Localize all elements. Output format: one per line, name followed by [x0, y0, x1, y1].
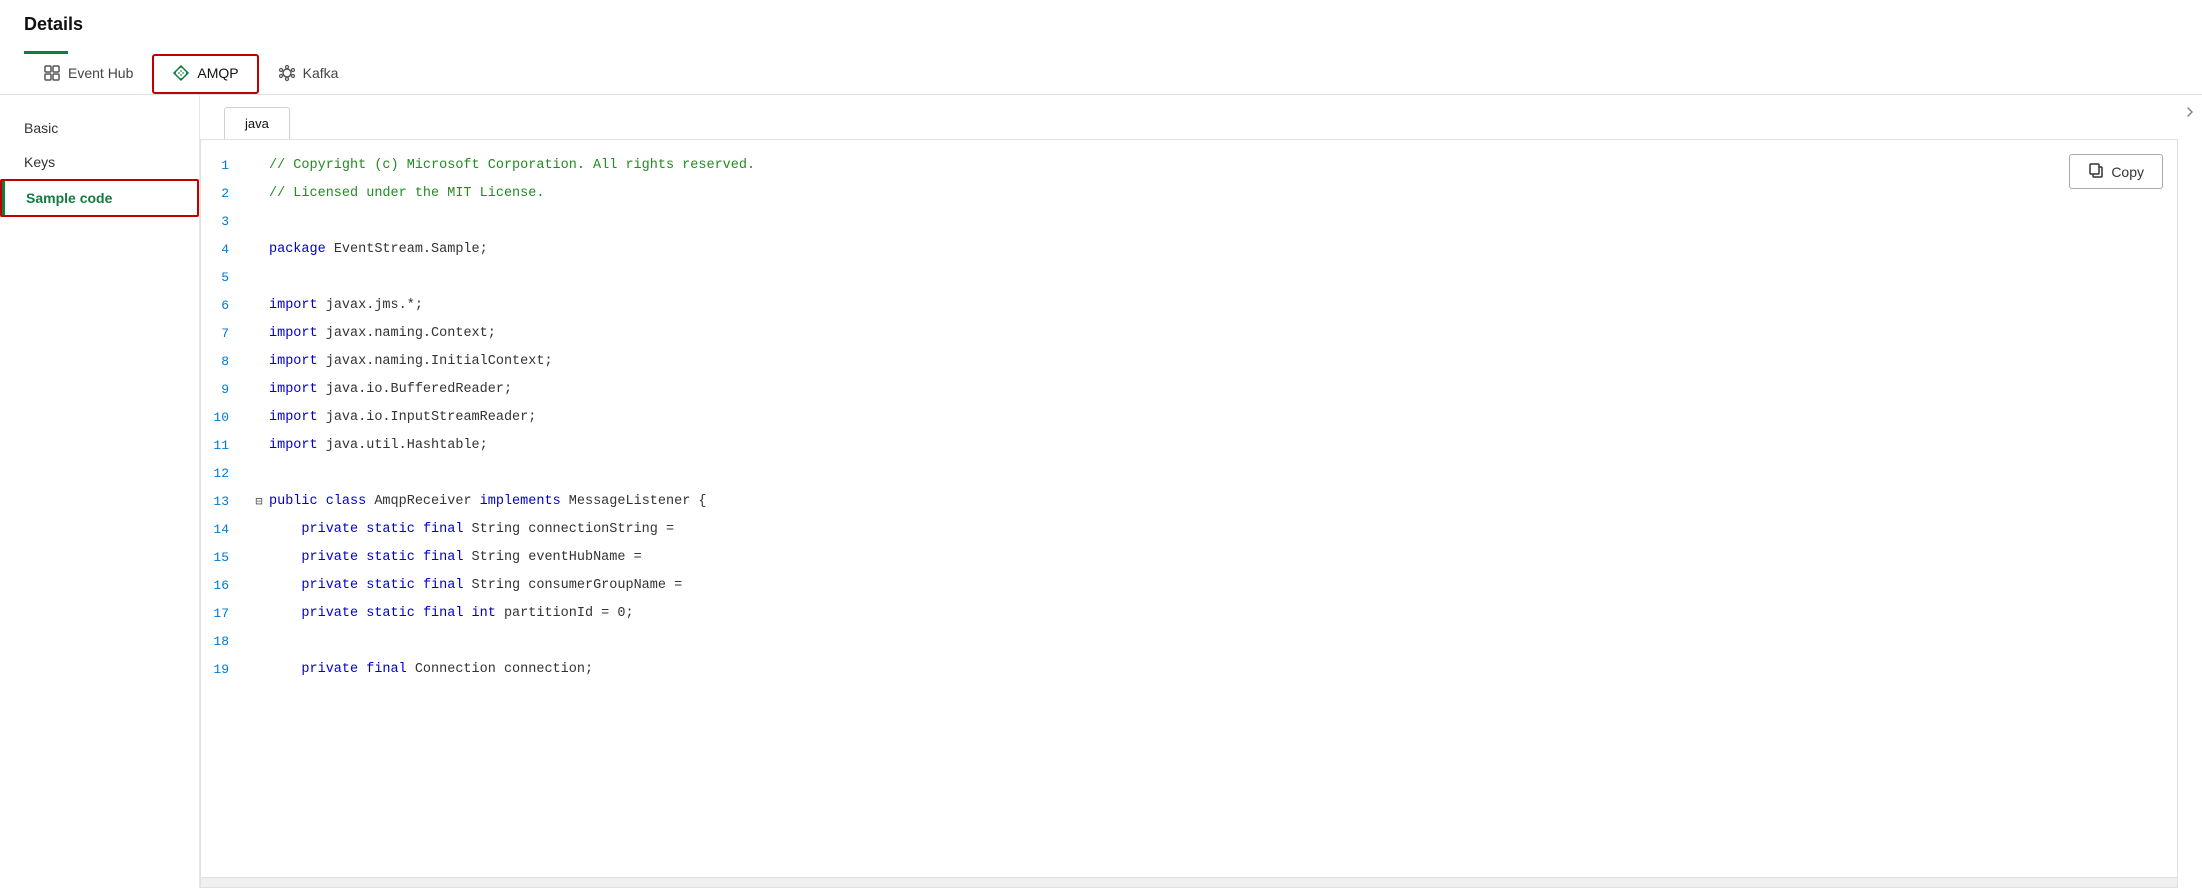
code-line: 7 import javax.naming.Context;: [201, 320, 2177, 348]
code-line: 3: [201, 208, 2177, 236]
sidebar-item-sample-code[interactable]: Sample code: [0, 179, 199, 217]
lang-tab-java[interactable]: java: [224, 107, 290, 139]
header: Details Event Hub: [0, 0, 2202, 95]
tab-amqp[interactable]: AMQP: [152, 54, 258, 94]
sidebar-item-basic[interactable]: Basic: [0, 111, 199, 145]
code-line: 15 private static final String eventHubN…: [201, 544, 2177, 572]
diamond-icon: [172, 64, 190, 82]
tab-kafka[interactable]: Kafka: [259, 54, 358, 94]
main-area: Basic Keys Sample code java: [0, 95, 2202, 888]
code-line: 18: [201, 628, 2177, 656]
copy-button[interactable]: Copy: [2069, 154, 2163, 189]
code-line: 4 package EventStream.Sample;: [201, 236, 2177, 264]
grid-icon: [43, 64, 61, 82]
code-line: 12: [201, 460, 2177, 488]
code-line: 9 import java.io.BufferedReader;: [201, 376, 2177, 404]
code-line: 11 import java.util.Hashtable;: [201, 432, 2177, 460]
copy-icon: [2088, 162, 2104, 181]
code-scrollbar[interactable]: [201, 877, 2177, 887]
right-panel-collapse[interactable]: [2178, 95, 2202, 888]
page-container: Details Event Hub: [0, 0, 2202, 888]
sidebar-item-keys-label: Keys: [24, 154, 55, 170]
tab-kafka-label: Kafka: [303, 65, 339, 81]
hexagon-icon: [278, 64, 296, 82]
code-line: 10 import java.io.InputStreamReader;: [201, 404, 2177, 432]
code-line: 16 private static final String consumerG…: [201, 572, 2177, 600]
copy-button-label: Copy: [2111, 164, 2144, 180]
code-line: 8 import javax.naming.InitialContext;: [201, 348, 2177, 376]
code-line: 6 import javax.jms.*;: [201, 292, 2177, 320]
content-area: java Copy: [200, 95, 2178, 888]
code-line: 19 private final Connection connection;: [201, 656, 2177, 684]
code-line: 14 private static final String connectio…: [201, 516, 2177, 544]
code-area[interactable]: 1 // Copyright (c) Microsoft Corporation…: [201, 140, 2177, 887]
sidebar-item-sample-code-label: Sample code: [26, 190, 112, 206]
tab-amqp-label: AMQP: [197, 65, 238, 81]
code-line: 1 // Copyright (c) Microsoft Corporation…: [201, 152, 2177, 180]
lang-tab-java-label: java: [245, 116, 269, 131]
sidebar-item-basic-label: Basic: [24, 120, 58, 136]
sidebar: Basic Keys Sample code: [0, 95, 200, 888]
code-line: 5: [201, 264, 2177, 292]
tab-event-hub-label: Event Hub: [68, 65, 133, 81]
tab-event-hub[interactable]: Event Hub: [24, 54, 152, 94]
sidebar-item-keys[interactable]: Keys: [0, 145, 199, 179]
code-line: 2 // Licensed under the MIT License.: [201, 180, 2177, 208]
code-viewer: Copy 1 // Copyright (c) Microsoft Corpor…: [200, 140, 2178, 888]
code-line: 17 private static final int partitionId …: [201, 600, 2177, 628]
page-title: Details: [24, 14, 83, 35]
tab-bar: Event Hub AMQP: [24, 54, 2178, 94]
code-line: 13 ⊟ public class AmqpReceiver implement…: [201, 488, 2177, 516]
lang-tab-bar: java: [200, 95, 2178, 140]
